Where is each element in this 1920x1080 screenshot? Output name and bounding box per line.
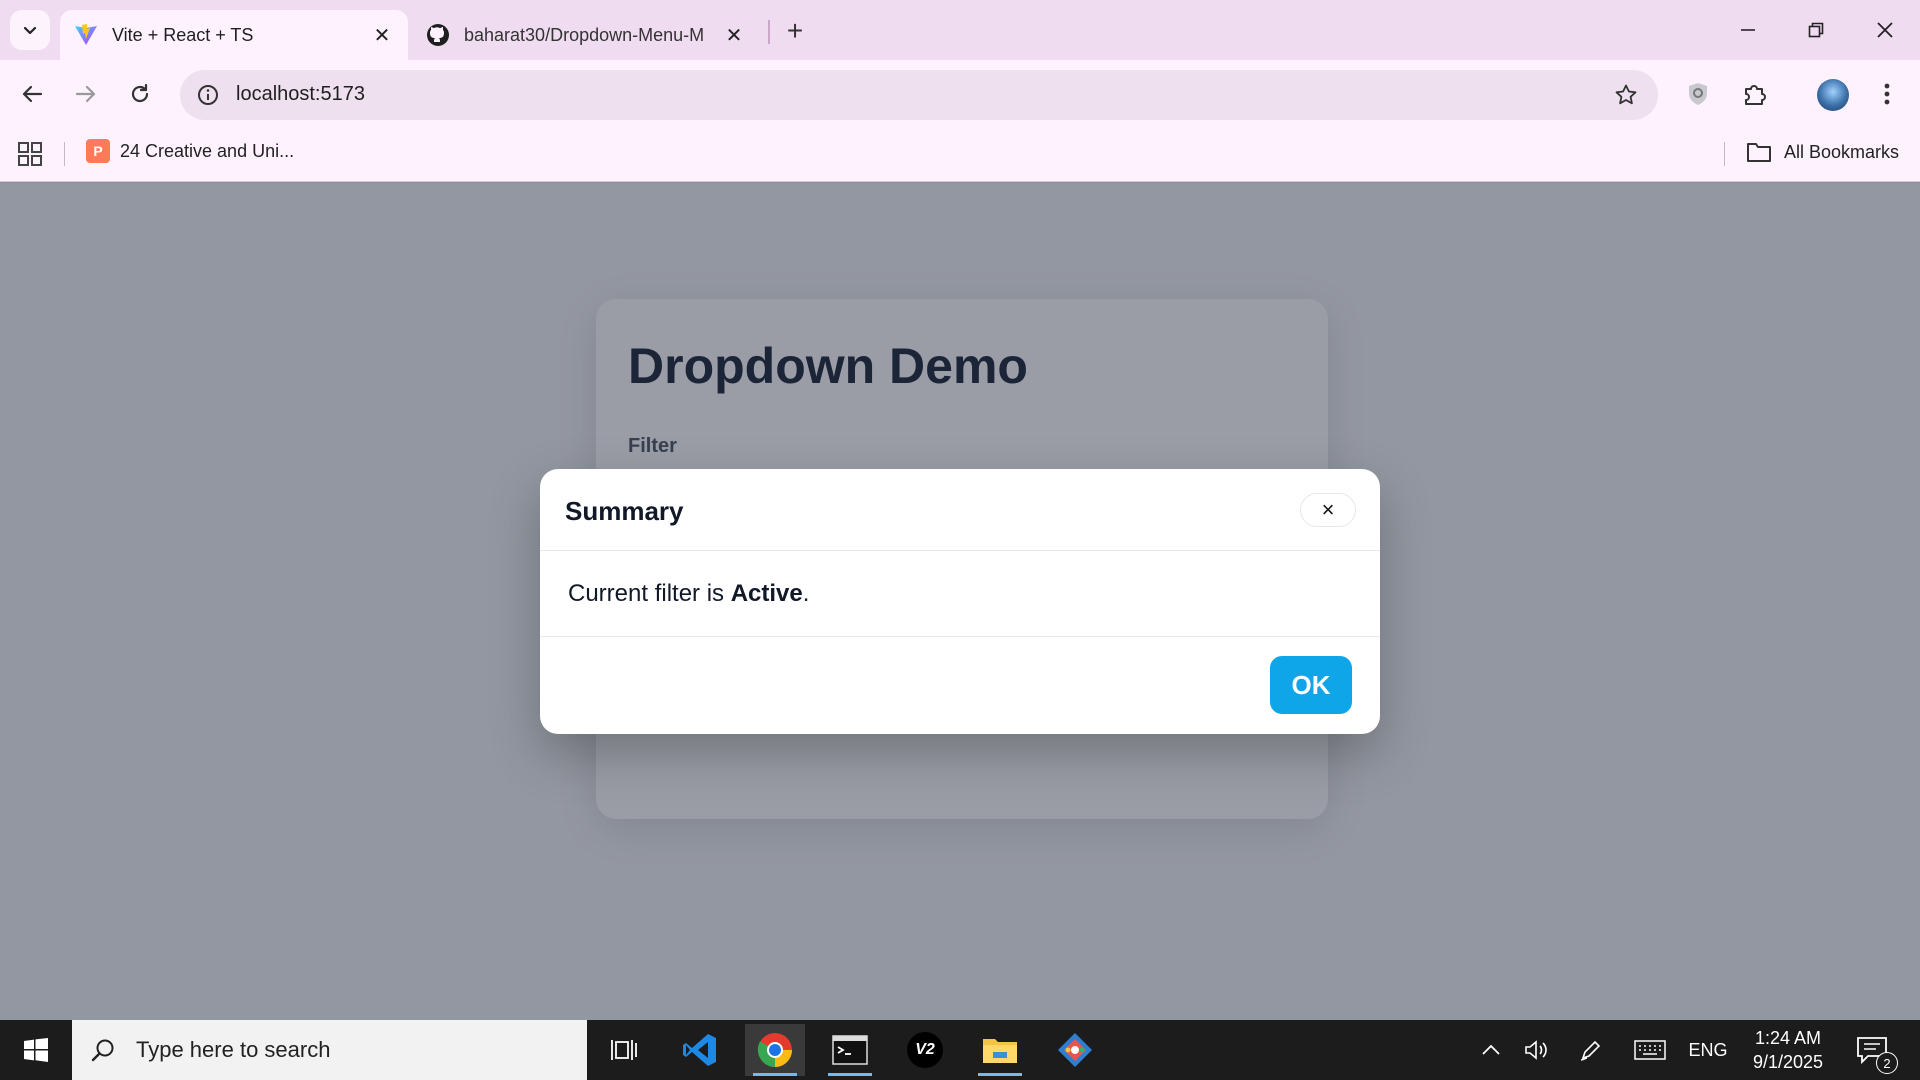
bookmark-star-icon[interactable] [1612, 81, 1640, 109]
tab-title: baharat30/Dropdown-Menu-M [464, 24, 705, 45]
extensions-puzzle-icon[interactable] [1736, 76, 1772, 112]
chrome-icon [757, 1033, 792, 1067]
windows-logo-icon [24, 1038, 48, 1062]
volume-button[interactable] [1522, 1020, 1552, 1080]
keyboard-icon [1634, 1040, 1666, 1060]
reload-button[interactable] [120, 74, 160, 114]
bookmark-label: 24 Creative and Uni... [120, 140, 295, 161]
ok-button[interactable]: OK [1270, 656, 1352, 714]
v2-icon: V2 [907, 1032, 943, 1068]
message-suffix: . [802, 580, 810, 607]
tray-overflow-button[interactable] [1476, 1020, 1506, 1080]
folder-icon [983, 1039, 1017, 1063]
start-button[interactable] [12, 1030, 60, 1070]
close-icon: × [1321, 497, 1335, 522]
vscode-icon [683, 1034, 716, 1066]
dialog-title: Summary [565, 496, 684, 526]
summary-dialog: Summary × Current filter is Active. OK [540, 469, 1380, 734]
chevron-up-icon [1482, 1044, 1500, 1055]
task-view-button[interactable] [594, 1024, 654, 1076]
system-clock[interactable]: 1:24 AM 9/1/2025 [1738, 1026, 1838, 1074]
close-tab-icon[interactable]: ✕ [370, 23, 394, 47]
search-icon [88, 1035, 118, 1065]
tab-search-button[interactable] [10, 10, 50, 50]
active-app-indicator [753, 1073, 797, 1076]
close-window-button[interactable] [1857, 8, 1913, 52]
github-icon [426, 23, 450, 47]
chevron-down-icon [23, 26, 37, 35]
touch-keyboard-button[interactable] [1632, 1020, 1668, 1080]
reload-icon [131, 83, 149, 103]
back-button[interactable] [12, 74, 52, 114]
tab-github-repo[interactable]: baharat30/Dropdown-Menu-M ✕ [412, 10, 760, 60]
folder-icon [1747, 143, 1771, 162]
terminal-app[interactable] [820, 1024, 880, 1076]
minimize-button[interactable] [1720, 8, 1776, 52]
restore-icon [1808, 22, 1824, 38]
bookmarks-bar: P 24 Creative and Uni... All Bookmarks [0, 128, 1920, 182]
site-info-icon[interactable] [194, 81, 222, 109]
minimize-icon [1741, 29, 1755, 31]
more-menu-icon[interactable] [1869, 76, 1905, 112]
taskbar-search[interactable]: Type here to search [72, 1020, 587, 1080]
all-bookmarks-button[interactable]: All Bookmarks [1746, 141, 1899, 163]
filter-value: Active [730, 580, 803, 607]
dialog-message: Current filter is Active. [568, 580, 809, 608]
pen-button[interactable] [1576, 1020, 1606, 1080]
search-placeholder: Type here to search [136, 1037, 331, 1062]
apps-grid-icon[interactable] [16, 140, 44, 168]
page-viewport: Dropdown Demo Filter Summary × Current f… [0, 183, 1920, 1020]
clock-date: 9/1/2025 [1752, 1052, 1824, 1072]
git-kraken-icon [1058, 1033, 1092, 1067]
hubspot-favicon-icon: P [86, 139, 110, 163]
git-app[interactable] [1045, 1024, 1105, 1076]
shield-extension-icon[interactable] [1680, 76, 1716, 112]
clock-time: 1:24 AM [1754, 1028, 1822, 1048]
profile-avatar[interactable] [1817, 79, 1849, 111]
task-view-icon [611, 1040, 637, 1060]
restore-button[interactable] [1788, 8, 1844, 52]
url-text[interactable]: localhost:5173 [236, 83, 365, 106]
dialog-body: Current filter is Active. [540, 552, 1380, 637]
tab-title: Vite + React + TS [112, 24, 254, 45]
chrome-app[interactable] [745, 1024, 805, 1076]
dialog-close-button[interactable]: × [1300, 493, 1356, 527]
tab-divider [768, 20, 770, 44]
bookmarks-divider [1724, 142, 1725, 166]
vite-logo-icon [74, 23, 98, 47]
speaker-icon [1525, 1040, 1547, 1060]
arrow-left-icon [22, 85, 43, 103]
pen-icon [1580, 1040, 1601, 1061]
bookmark-item[interactable]: P 24 Creative and Uni... [86, 139, 294, 163]
terminal-icon [832, 1035, 868, 1065]
address-bar[interactable]: localhost:5173 [180, 70, 1658, 120]
notification-count-badge: 2 [1876, 1052, 1898, 1074]
arrow-right-icon [75, 85, 96, 103]
running-app-indicator [828, 1073, 872, 1076]
dialog-header: Summary × [540, 469, 1380, 551]
tab-vite-react[interactable]: Vite + React + TS ✕ [60, 10, 408, 60]
running-app-indicator [978, 1073, 1022, 1076]
message-prefix: Current filter is [568, 580, 731, 607]
input-language[interactable]: ENG [1686, 1020, 1730, 1080]
v2-app[interactable]: V2 [895, 1024, 955, 1076]
file-explorer-app[interactable] [970, 1024, 1030, 1076]
all-bookmarks-label: All Bookmarks [1784, 141, 1900, 162]
close-icon [1877, 22, 1893, 38]
close-tab-icon[interactable]: ✕ [722, 23, 746, 47]
bookmarks-divider [64, 142, 65, 166]
new-tab-button[interactable]: + [778, 14, 812, 48]
tab-strip: Vite + React + TS ✕ baharat30/Dropdown-M… [0, 0, 1920, 60]
windows-taskbar: Type here to search V2 ENG 1:24 AM 9/1/2… [0, 1020, 1920, 1080]
browser-toolbar: localhost:5173 [0, 60, 1920, 128]
vscode-app[interactable] [670, 1024, 730, 1076]
forward-button[interactable] [66, 74, 106, 114]
